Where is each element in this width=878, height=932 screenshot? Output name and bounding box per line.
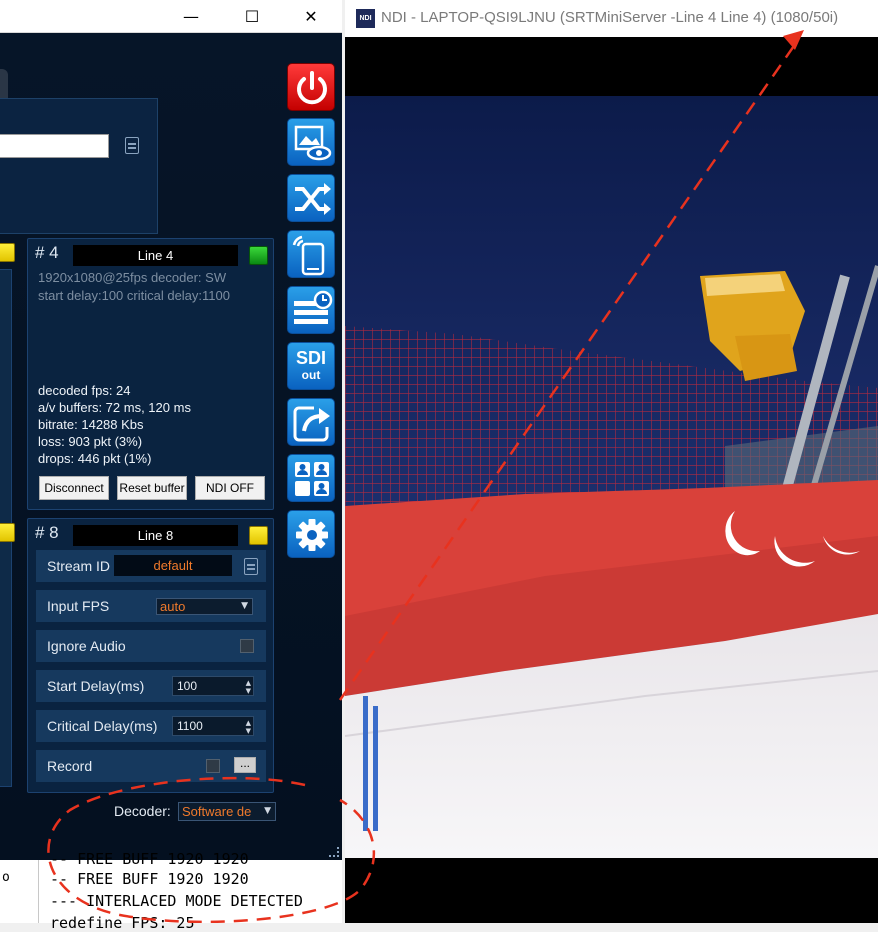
slot-number: # 4: [35, 243, 59, 262]
resize-grip-icon[interactable]: [329, 847, 339, 857]
console-line: --- INTERLACED MODE DETECTED: [50, 892, 303, 910]
console-divider: [38, 860, 39, 923]
video-frame: [345, 96, 878, 858]
slot-status-led: [0, 523, 15, 542]
slot-4-panel: # 4 Line 4 1920x1080@25fps decoder: SW s…: [27, 238, 274, 510]
users-button[interactable]: [287, 454, 335, 502]
mobile-broadcast-icon: [292, 235, 325, 276]
av-buffers: a/v buffers: 72 ms, 120 ms: [38, 400, 191, 415]
packet-loss: loss: 903 pkt (3%): [38, 434, 143, 449]
sdi-out-label: out: [301, 368, 321, 382]
slot-status-led: [249, 246, 268, 265]
ignore-audio-row: Ignore Audio: [36, 630, 266, 662]
console-output: o -- FREE BUFF 1920 1920 -- FREE BUFF 19…: [0, 850, 342, 932]
start-delay-value: 100: [177, 679, 198, 693]
record-label: Record: [47, 758, 93, 774]
ndi-monitor-window: NDI NDI - LAPTOP-QSI9LJNU (SRTMiniServer…: [345, 0, 878, 923]
bitrate: bitrate: 14288 Kbs: [38, 417, 144, 432]
critical-delay-row: Critical Delay(ms) 1100 ▲ ▼: [36, 710, 266, 742]
maximize-button[interactable]: ☐: [229, 0, 275, 32]
copy-doc-icon[interactable]: [125, 137, 139, 154]
share-button[interactable]: [287, 398, 335, 446]
share-icon: [293, 406, 330, 442]
disconnect-button[interactable]: Disconnect: [39, 476, 109, 500]
srt-mini-server-window: — ☐ ✕ # 4 Line 4 1920x1080@25fps decoder…: [0, 0, 342, 860]
console-line: redefine FPS: 25: [50, 914, 195, 932]
shuffle-icon: [295, 183, 331, 215]
slot-number: # 8: [35, 523, 59, 542]
record-row: Record ...: [36, 750, 266, 782]
close-button[interactable]: ✕: [288, 0, 334, 32]
app-body: # 4 Line 4 1920x1080@25fps decoder: SW s…: [0, 33, 342, 860]
slot-8-panel: # 8 Line 8 Stream ID default Input FPS a…: [27, 518, 274, 793]
slot-name[interactable]: Line 4: [73, 245, 238, 266]
stepper-arrows-icon[interactable]: ▲ ▼: [246, 679, 251, 695]
slot-info-line1: 1920x1080@25fps decoder: SW: [38, 270, 227, 285]
schedule-button[interactable]: [287, 286, 335, 334]
image-eye-icon: [294, 125, 332, 161]
sdi-label: SDI: [295, 348, 326, 368]
decoder-select[interactable]: Software de ▼: [178, 802, 276, 821]
power-icon: [297, 71, 327, 105]
top-panel: [0, 98, 158, 234]
ignore-audio-label: Ignore Audio: [47, 638, 126, 654]
preview-button[interactable]: [287, 118, 335, 166]
input-fps-value: auto: [160, 599, 186, 614]
app-titlebar: — ☐ ✕: [0, 0, 342, 33]
slot-status-led: [0, 243, 15, 262]
packet-drops: drops: 446 pkt (1%): [38, 451, 152, 466]
stream-id-label: Stream ID: [47, 558, 111, 574]
slot-info-line2: start delay:100 critical delay:1100: [38, 288, 230, 303]
ndi-off-button[interactable]: NDI OFF: [195, 476, 265, 500]
decoded-fps: decoded fps: 24: [38, 383, 131, 398]
start-delay-label: Start Delay(ms): [47, 678, 145, 694]
sdi-out-button[interactable]: SDI out: [287, 342, 335, 390]
copy-stream-id-icon[interactable]: [244, 558, 258, 575]
console-line: -- FREE BUFF 1920 1920: [50, 850, 249, 868]
video-preview: [345, 96, 878, 858]
shuffle-button[interactable]: [287, 174, 335, 222]
reset-buffer-button[interactable]: Reset buffer: [117, 476, 187, 500]
decoder-value: Software de: [182, 804, 252, 819]
schedule-clock-icon: [294, 290, 333, 324]
slot-name[interactable]: Line 8: [73, 525, 238, 546]
critical-delay-stepper[interactable]: 1100 ▲ ▼: [172, 716, 254, 736]
record-browse-button[interactable]: ...: [234, 757, 256, 773]
power-button[interactable]: [287, 63, 335, 111]
decoder-label: Decoder:: [114, 803, 171, 819]
input-fps-label: Input FPS: [47, 598, 110, 614]
settings-button[interactable]: [287, 510, 335, 558]
input-fps-select[interactable]: auto ▼: [156, 598, 253, 615]
start-delay-row: Start Delay(ms) 100 ▲ ▼: [36, 670, 266, 702]
ndi-titlebar: NDI NDI - LAPTOP-QSI9LJNU (SRTMiniServer…: [345, 0, 878, 37]
stepper-arrows-icon[interactable]: ▲ ▼: [246, 719, 251, 735]
gear-icon: [296, 519, 328, 551]
input-fps-row: Input FPS auto ▼: [36, 590, 266, 622]
console-left-char: o: [2, 870, 10, 885]
record-checkbox[interactable]: [206, 759, 220, 773]
top-text-input[interactable]: [0, 134, 109, 158]
start-delay-stepper[interactable]: 100 ▲ ▼: [172, 676, 254, 696]
critical-delay-value: 1100: [177, 719, 203, 733]
critical-delay-label: Critical Delay(ms): [47, 718, 158, 734]
ndi-logo-icon: NDI: [356, 9, 375, 28]
ignore-audio-checkbox[interactable]: [240, 639, 254, 653]
chevron-down-icon: ▼: [241, 601, 248, 611]
users-grid-icon: [295, 462, 329, 496]
console-line: -- FREE BUFF 1920 1920: [50, 870, 249, 888]
slot-status-led: [249, 526, 268, 545]
minimize-button[interactable]: —: [168, 0, 214, 32]
chevron-down-icon: ▼: [264, 803, 271, 820]
stream-id-input[interactable]: default: [114, 555, 232, 576]
ndi-window-title: NDI - LAPTOP-QSI9LJNU (SRTMiniServer -Li…: [381, 9, 839, 26]
stream-id-row: Stream ID default: [36, 550, 266, 582]
mobile-button[interactable]: [287, 230, 335, 278]
